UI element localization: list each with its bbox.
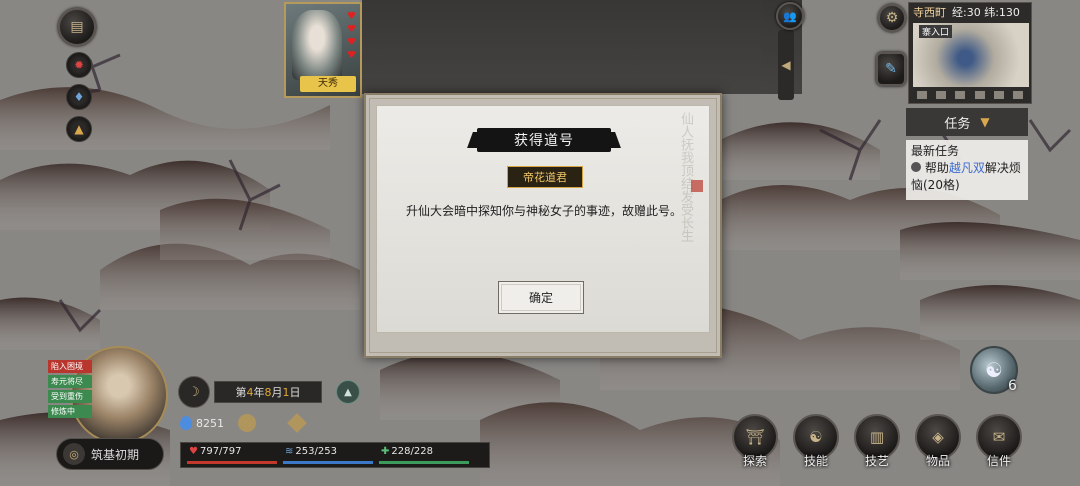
people-button[interactable]: 👥	[776, 2, 804, 30]
realm-button[interactable]: ◎ 筑基初期	[56, 438, 164, 470]
arts-label: 技艺	[864, 454, 889, 468]
mountain-icon: ▲	[344, 386, 352, 398]
confirm-button[interactable]: 确定	[498, 281, 584, 314]
scroll-blue-icon: ✎	[885, 61, 897, 77]
people-icon: 👥	[783, 9, 797, 23]
location-name: 寺西町	[913, 6, 946, 19]
dialog-message: 升仙大会暗中探知你与神秘女子的事迹，故赠此号。	[405, 204, 682, 218]
spirit-stone-count: 8251	[196, 416, 224, 430]
heart-icon: ♥	[347, 24, 356, 35]
scroll-icon: ▤	[70, 19, 84, 35]
yin-yang-icon: ☯	[985, 358, 1003, 382]
calendar-icon[interactable]: ☽	[178, 376, 210, 408]
fire-status-icon[interactable]: ✹	[66, 52, 92, 78]
chart-button[interactable]: ✎	[876, 52, 906, 86]
status-tags: 陷入困境 寿元将尽 受到重伤 修炼中	[48, 360, 92, 418]
dao-title-badge: 帝花道君	[507, 166, 583, 188]
heart-icon: ♥	[189, 446, 198, 457]
status-tag[interactable]: 修炼中	[48, 405, 92, 418]
status-tag[interactable]: 受到重伤	[48, 390, 92, 403]
heart-icon: ♥	[347, 37, 356, 48]
quest-panel[interactable]: 最新任务 帮助越凡双解决烦恼(20格)	[906, 140, 1028, 200]
calligraphy-watermark: 仙人抚我顶结发受长生	[678, 112, 693, 242]
area-tag: 寨入口	[919, 25, 953, 38]
explore-icon: ⛩	[745, 428, 765, 446]
chevron-down-icon: ▼	[980, 115, 990, 129]
gear-icon: ⚙	[885, 10, 899, 26]
quest-marker-icon	[911, 162, 921, 172]
letters-label: 信件	[986, 454, 1011, 468]
dialog-title: 获得道号	[477, 128, 611, 152]
coin-icon	[238, 414, 256, 432]
taiji-icon: ☯	[809, 428, 823, 446]
spirit-stone-icon	[180, 416, 192, 430]
cultivate-count: 6	[1008, 378, 1017, 394]
heart-icon: ♥	[347, 11, 356, 22]
realm-icon: ◎	[63, 443, 85, 465]
status-tag[interactable]: 陷入困境	[48, 360, 92, 373]
map-toggle-button[interactable]: ▲	[336, 380, 360, 404]
minimap[interactable]: 寺西町 经:30 纬:130 寨入口	[908, 2, 1032, 104]
currency-row: 8251	[180, 413, 307, 433]
bag-icon: ◈	[932, 428, 944, 446]
stamina-stat: ✚ 228/228	[379, 446, 469, 464]
status-tag[interactable]: 寿元将尽	[48, 375, 92, 388]
quest-text: 帮助越凡双解决烦恼(20格)	[911, 161, 1021, 192]
realm-label: 筑基初期	[91, 447, 140, 462]
item-icon	[287, 413, 307, 433]
quest-header: 最新任务	[911, 144, 960, 158]
expand-arrow-icon[interactable]: ◀	[778, 30, 794, 100]
mana-icon: ≋	[285, 446, 294, 457]
water-status-icon[interactable]: ♦	[66, 84, 92, 110]
companion-bar: ◀	[362, 0, 802, 100]
letter-icon: ✉	[992, 428, 1006, 446]
title-award-dialog: 仙人抚我顶结发受长生 获得道号 帝花道君 升仙大会暗中探知你与神秘女子的事迹，故…	[376, 105, 710, 333]
game-date: 第4年8月1日	[214, 381, 322, 403]
scroll-icon: ▥	[869, 428, 885, 446]
coordinates: 经:30 纬:130	[952, 6, 1020, 19]
quest-tab[interactable]: 任务 ▼	[906, 108, 1028, 136]
mp-stat: ≋ 253/253	[283, 446, 373, 464]
heart-icon: ♥	[347, 50, 356, 61]
settings-button[interactable]: ⚙	[878, 4, 906, 32]
scroll-menu-button[interactable]: ▤	[58, 8, 96, 46]
date-display: ☽ 第4年8月1日	[178, 376, 328, 408]
red-seal	[691, 180, 703, 192]
items-label: 物品	[925, 454, 950, 468]
quest-npc-link[interactable]: 越凡双	[949, 161, 985, 175]
hp-stat: ♥ 797/797	[187, 446, 277, 464]
vitals-bar: ♥ 797/797 ≋ 253/253 ✚ 228/228	[180, 442, 490, 468]
gold-status-icon[interactable]: ▲	[66, 116, 92, 142]
skills-label: 技能	[803, 454, 828, 468]
minimap-nav-dots	[917, 91, 1023, 99]
companion-name: 天秀	[300, 76, 356, 92]
companion-portrait	[292, 10, 342, 80]
quest-tab-label: 任务	[944, 116, 971, 132]
companion-card[interactable]: ♥ ♥ ♥ ♥ 天秀	[284, 2, 362, 98]
explore-label: 探索	[742, 454, 767, 468]
stamina-icon: ✚	[381, 446, 390, 457]
affection-hearts: ♥ ♥ ♥ ♥	[347, 12, 356, 61]
